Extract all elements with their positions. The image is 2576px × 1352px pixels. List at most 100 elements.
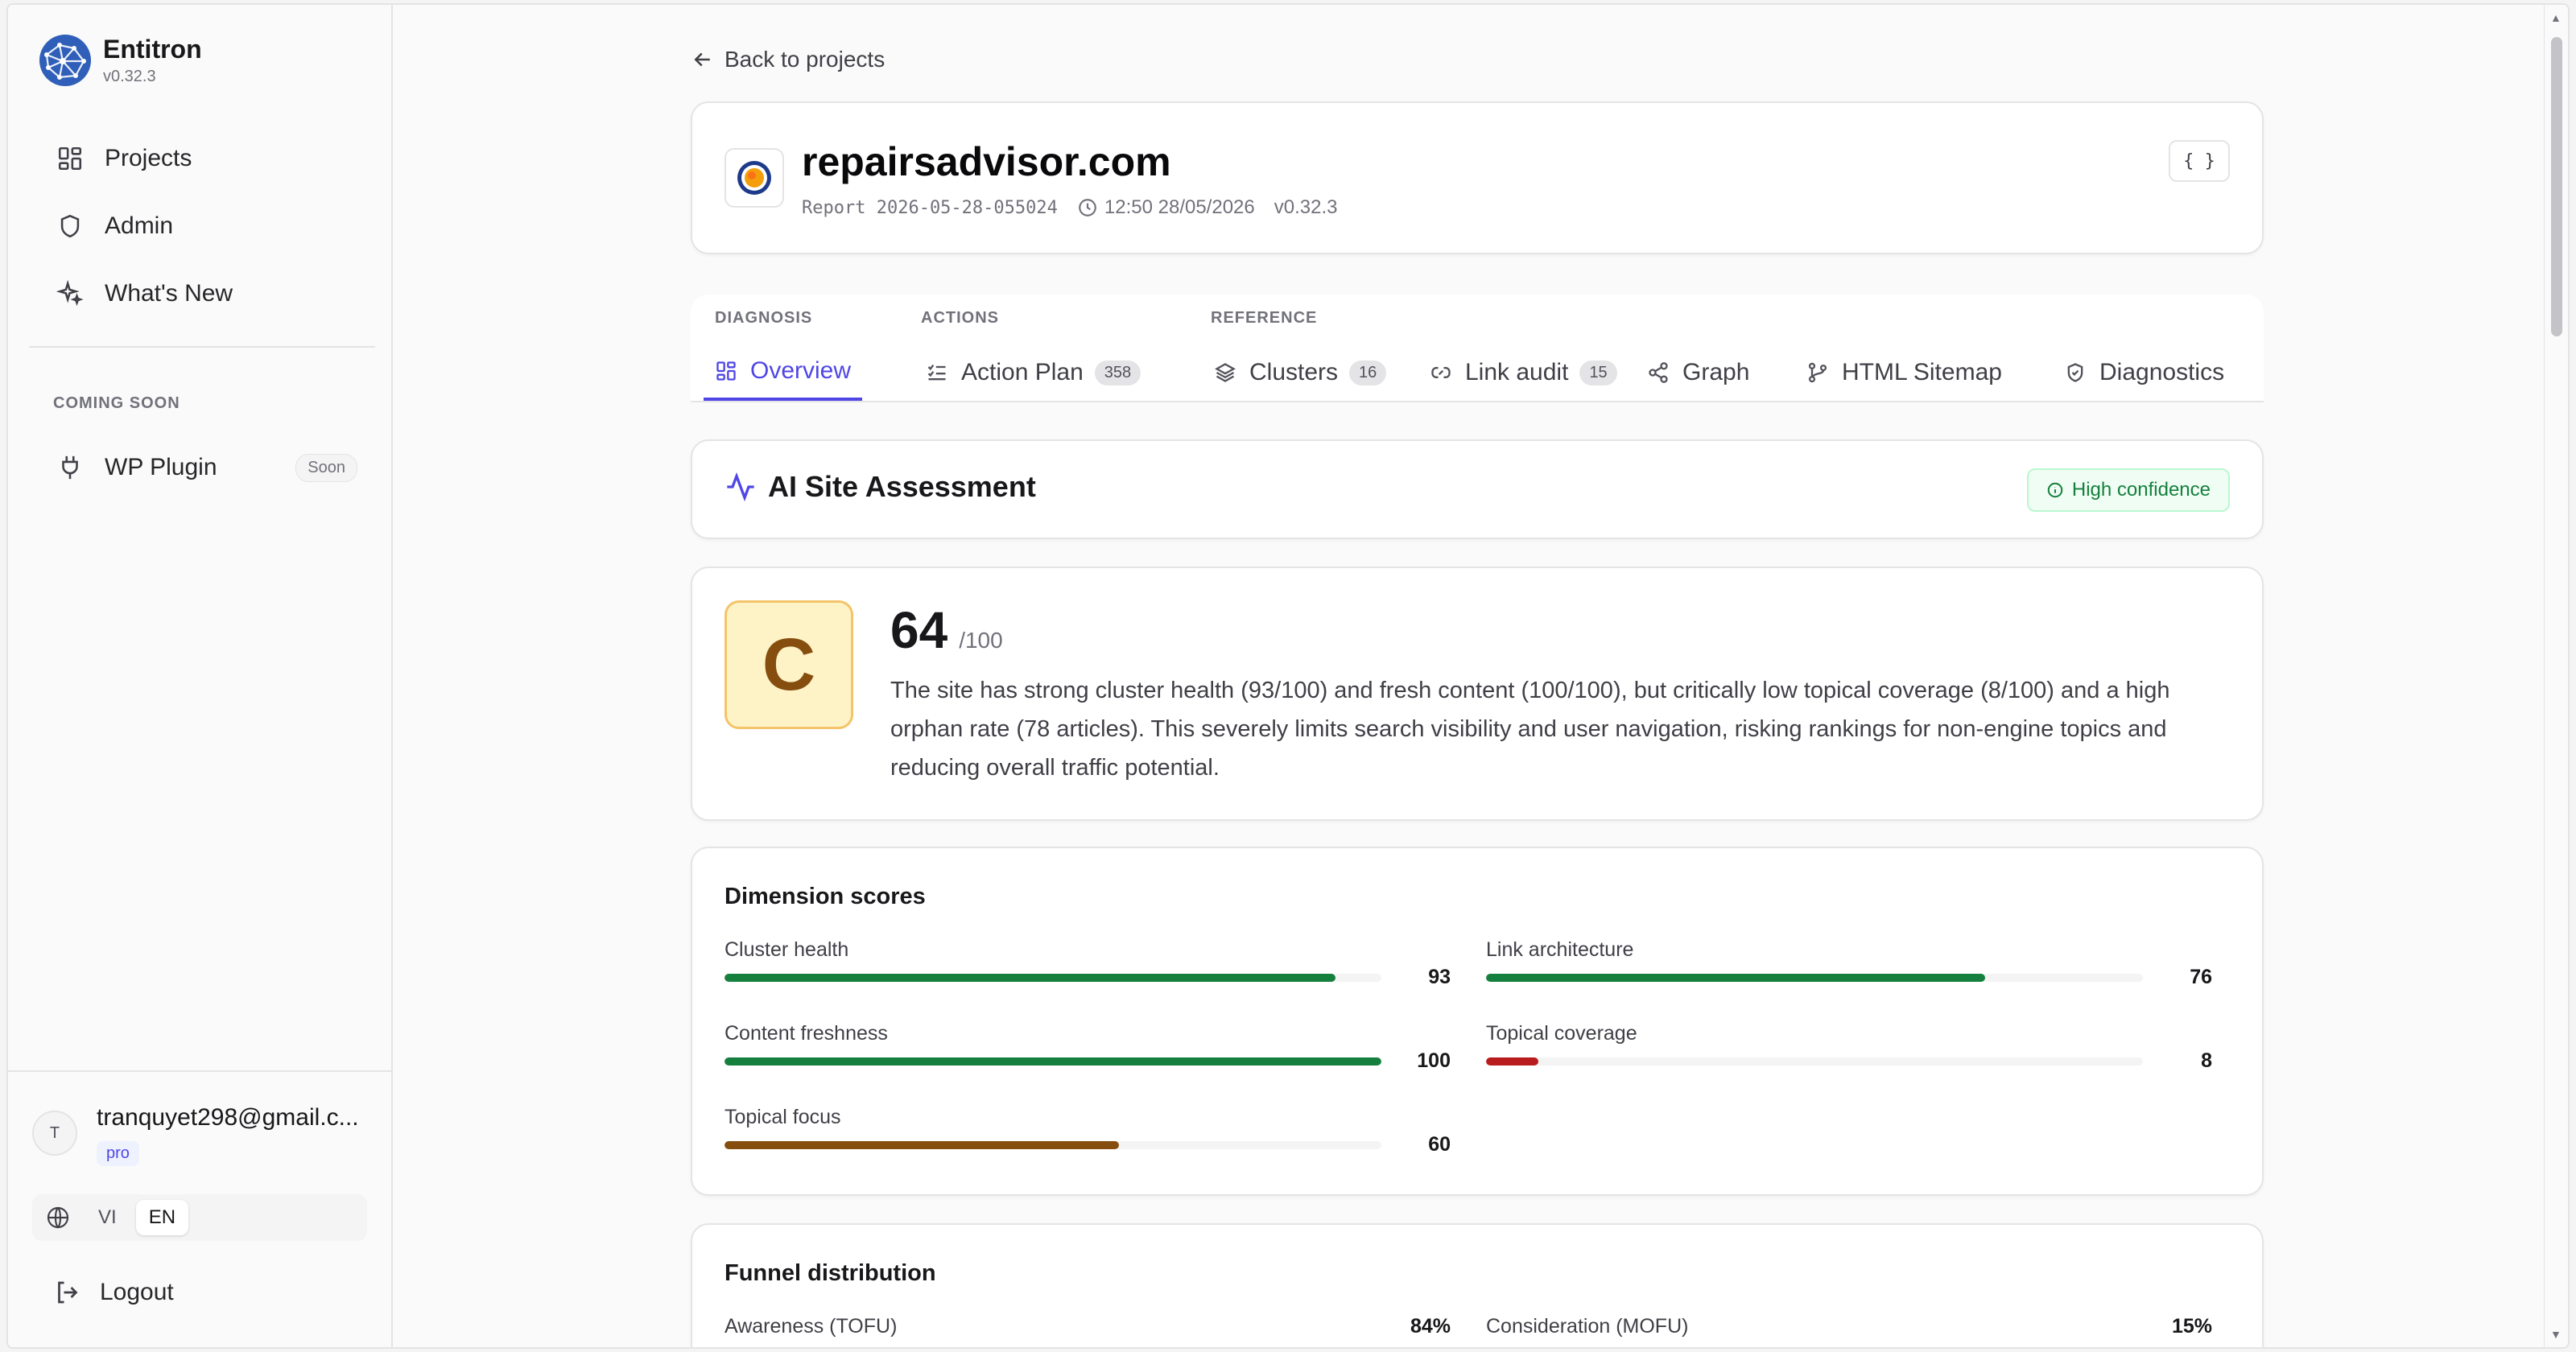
language-option-vi[interactable]: VI: [85, 1200, 130, 1235]
tab-count: 16: [1349, 360, 1387, 385]
overall-score: 64 /100: [890, 600, 1003, 660]
tab-group-actions: ACTIONS: [921, 309, 999, 327]
logout-label: Logout: [100, 1279, 174, 1305]
tab-html-sitemap[interactable]: HTML Sitemap: [1795, 344, 2013, 401]
page-title: repairsadvisor.com: [802, 139, 1171, 184]
sidebar-item-label: What's New: [105, 280, 233, 307]
user-profile[interactable]: T tranquyet298@gmail.c... pro: [32, 1104, 370, 1166]
ai-assessment-header: AI Site Assessment High confidence: [691, 439, 2264, 539]
funnel-percent: 15%: [2171, 1315, 2212, 1338]
dimension-value: 100: [1417, 1049, 1451, 1072]
dimension-bar-track: [724, 1057, 1381, 1066]
overall-score-card: C 64 /100 The site has strong cluster he…: [691, 567, 2264, 821]
tab-action-plan[interactable]: Action Plan 358: [914, 344, 1152, 401]
tab-label: Diagnostics: [2099, 359, 2225, 385]
assessment-summary: The site has strong cluster health (93/1…: [890, 678, 2170, 781]
dimension-bar-fill: [1486, 1057, 1539, 1066]
app-window: Entitron v0.32.3 Projects Admin What's N…: [6, 3, 2570, 1349]
report-id: Report 2026-05-28-055024: [802, 197, 1058, 218]
sidebar-item-admin[interactable]: Admin: [34, 198, 380, 254]
confidence-label: High confidence: [2071, 479, 2211, 501]
language-switcher: VI EN: [32, 1194, 367, 1241]
tab-label: Graph: [1682, 359, 1750, 385]
sidebar-nav: Projects Admin What's New: [34, 130, 380, 333]
layout-grid-icon: [716, 361, 736, 381]
avatar: T: [32, 1111, 77, 1156]
dimension-label: Link architecture: [1486, 938, 1634, 961]
grade-badge: C: [724, 600, 853, 729]
tab-label: Clusters: [1249, 359, 1339, 385]
funnel-label: Awareness (TOFU): [724, 1315, 898, 1338]
info-icon: [2047, 482, 2063, 498]
tab-overview[interactable]: Overview: [704, 344, 863, 401]
view-json-button[interactable]: { }: [2169, 140, 2230, 182]
tab-clusters[interactable]: Clusters 16: [1203, 344, 1397, 401]
dimension-bar-track: [1486, 974, 2143, 982]
dimension-value: 76: [2190, 966, 2212, 988]
entitron-logo-icon: [39, 35, 91, 86]
site-favicon-icon: [737, 161, 771, 195]
tab-label: Action Plan: [961, 359, 1084, 385]
list-checks-icon: [927, 364, 946, 381]
dimension-content-freshness: Content freshness 100: [724, 1022, 1451, 1078]
dimension-bar-track: [724, 1141, 1381, 1149]
scroll-up-icon[interactable]: ▲: [2550, 11, 2562, 24]
dimension-value: 8: [2201, 1049, 2212, 1072]
dimension-cluster-health: Cluster health 93: [724, 938, 1451, 995]
dimension-topical-focus: Topical focus 60: [724, 1106, 1451, 1162]
dimension-label: Topical coverage: [1486, 1022, 1637, 1045]
dimension-bar-track: [1486, 1057, 2143, 1066]
plug-icon: [62, 455, 78, 480]
tab-label: Overview: [750, 357, 852, 384]
sidebar-item-projects[interactable]: Projects: [34, 130, 380, 187]
shield-icon: [60, 214, 80, 238]
globe-icon: [47, 1206, 69, 1229]
plan-badge: pro: [97, 1141, 139, 1166]
brand-name: Entitron: [103, 35, 202, 64]
sidebar-item-label: Projects: [105, 145, 192, 171]
back-label: Back to projects: [724, 47, 886, 72]
link-icon: [1431, 367, 1451, 378]
logout-button[interactable]: Logout: [53, 1278, 174, 1307]
scrollbar-thumb[interactable]: [2551, 37, 2562, 336]
shield-check-icon: [2067, 363, 2083, 382]
main-content: Back to projects repairsadvisor.com Repo…: [393, 5, 2568, 1347]
report-tabs: DIAGNOSIS ACTIONS REFERENCE Overview Act…: [691, 295, 2264, 402]
tab-count: 358: [1094, 360, 1141, 385]
language-option-en[interactable]: EN: [135, 1200, 189, 1235]
tab-link-audit[interactable]: Link audit 15: [1418, 344, 1629, 401]
sidebar-item-label: Admin: [105, 212, 174, 239]
funnel-distribution-card: Funnel distribution Awareness (TOFU) 84%…: [691, 1223, 2264, 1347]
tab-group-reference: REFERENCE: [1211, 309, 1318, 327]
dimension-value: 93: [1428, 966, 1451, 988]
scroll-down-icon[interactable]: ▼: [2550, 1328, 2562, 1341]
back-to-projects-link[interactable]: Back to projects: [691, 47, 885, 72]
tab-count: 15: [1579, 360, 1617, 385]
page-scrollbar[interactable]: ▲ ▼: [2544, 5, 2568, 1347]
dimension-bar-fill: [724, 1057, 1381, 1066]
coming-soon-heading: COMING SOON: [53, 394, 180, 412]
dimension-label: Cluster health: [724, 938, 849, 961]
sidebar: Entitron v0.32.3 Projects Admin What's N…: [8, 5, 393, 1347]
dimension-scores-title: Dimension scores: [724, 884, 926, 909]
sidebar-item-whats-new[interactable]: What's New: [34, 266, 380, 322]
sidebar-footer: T tranquyet298@gmail.c... pro VI EN Logo…: [8, 1070, 391, 1347]
dimension-bar-track: [724, 974, 1381, 982]
report-meta: Report 2026-05-28-055024 12:50 28/05/202…: [802, 196, 1337, 219]
tab-diagnostics[interactable]: Diagnostics: [2053, 344, 2235, 401]
brand[interactable]: Entitron v0.32.3: [39, 34, 202, 87]
sidebar-item-wp-plugin[interactable]: WP Plugin Soon: [34, 439, 380, 496]
confidence-badge: High confidence: [2026, 468, 2230, 512]
sparkles-icon: [56, 280, 84, 307]
soon-badge: Soon: [295, 453, 357, 482]
user-email: tranquyet298@gmail.c...: [97, 1104, 359, 1131]
git-branch-icon: [1808, 362, 1827, 383]
logout-icon: [58, 1281, 78, 1304]
coming-soon-list: WP Plugin Soon: [34, 439, 380, 507]
report-time: 12:50 28/05/2026: [1104, 196, 1255, 218]
funnel-percent: 84%: [1410, 1315, 1451, 1338]
dimension-label: Content freshness: [724, 1022, 888, 1045]
tab-graph[interactable]: Graph: [1636, 344, 1761, 401]
sidebar-item-label: WP Plugin: [105, 454, 217, 480]
dimension-bar-fill: [724, 1141, 1119, 1149]
